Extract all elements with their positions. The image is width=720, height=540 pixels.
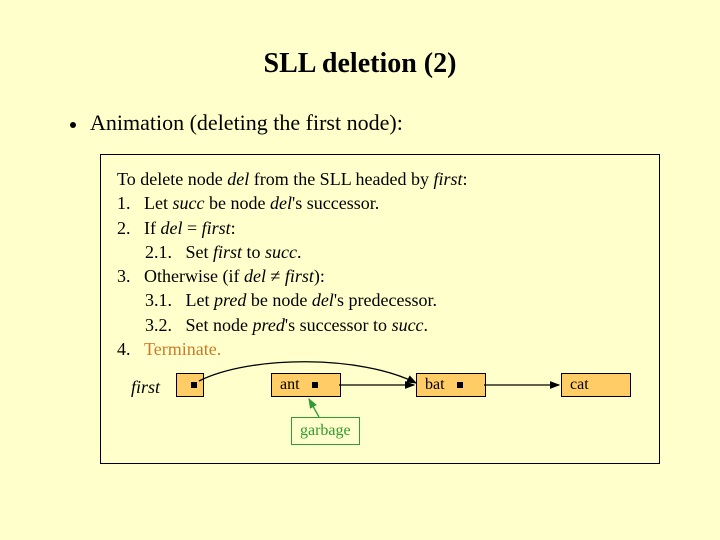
t: ): bbox=[314, 266, 325, 286]
var-del: del bbox=[227, 169, 249, 189]
arrow-first-to-bat bbox=[199, 362, 416, 383]
var-succ: succ bbox=[173, 193, 205, 213]
var-del: del bbox=[270, 193, 292, 213]
t: be node bbox=[204, 193, 269, 213]
t: ≠ bbox=[266, 266, 285, 286]
algo-intro: To delete node del from the SLL headed b… bbox=[117, 167, 643, 191]
t: Set bbox=[186, 242, 214, 262]
t: To delete node bbox=[117, 169, 227, 189]
step-1: 1. Let succ be node del's successor. bbox=[117, 191, 643, 215]
t: = bbox=[183, 218, 202, 238]
t: If bbox=[144, 218, 161, 238]
t: : bbox=[463, 169, 468, 189]
t: . bbox=[297, 242, 302, 262]
t: Let bbox=[144, 193, 173, 213]
var-succ: succ bbox=[265, 242, 297, 262]
var-succ: succ bbox=[392, 315, 424, 335]
terminate-text: Terminate. bbox=[144, 339, 221, 359]
var-del: del bbox=[161, 218, 183, 238]
t: . bbox=[424, 315, 429, 335]
num: 4. bbox=[117, 339, 131, 359]
page-title: SLL deletion (2) bbox=[0, 0, 720, 110]
t: to bbox=[242, 242, 265, 262]
t: Otherwise (if bbox=[144, 266, 244, 286]
step-3-1: 3.1. Let pred be node del's predecessor. bbox=[117, 288, 643, 312]
var-first: first bbox=[213, 242, 242, 262]
arrows-svg bbox=[121, 369, 639, 449]
var-first: first bbox=[285, 266, 314, 286]
bullet-line: Animation (deleting the first node): bbox=[0, 110, 720, 154]
var-first: first bbox=[433, 169, 462, 189]
step-3-2: 3.2. Set node pred's successor to succ. bbox=[117, 313, 643, 337]
var-pred: pred bbox=[214, 290, 246, 310]
var-del: del bbox=[312, 290, 334, 310]
t: Set node bbox=[186, 315, 253, 335]
num: 3. bbox=[117, 266, 131, 286]
sll-diagram: first ant bat cat garbage bbox=[121, 369, 639, 449]
t: : bbox=[231, 218, 236, 238]
var-pred: pred bbox=[253, 315, 285, 335]
step-2: 2. If del = first: bbox=[117, 216, 643, 240]
t: Let bbox=[186, 290, 215, 310]
bullet-dot bbox=[70, 122, 76, 128]
var-del: del bbox=[244, 266, 266, 286]
t: 's successor to bbox=[285, 315, 392, 335]
bullet-text: Animation (deleting the first node): bbox=[90, 110, 403, 135]
t: 's successor. bbox=[292, 193, 379, 213]
algorithm-box: To delete node del from the SLL headed b… bbox=[100, 154, 660, 464]
step-2-1: 2.1. Set first to succ. bbox=[117, 240, 643, 264]
t: be node bbox=[246, 290, 311, 310]
step-4: 4. Terminate. bbox=[117, 337, 643, 361]
num: 3.2. bbox=[145, 315, 172, 335]
num: 3.1. bbox=[145, 290, 172, 310]
num: 1. bbox=[117, 193, 131, 213]
num: 2. bbox=[117, 218, 131, 238]
t: 's predecessor. bbox=[334, 290, 437, 310]
step-3: 3. Otherwise (if del ≠ first): bbox=[117, 264, 643, 288]
num: 2.1. bbox=[145, 242, 172, 262]
arrow-garbage-to-ant bbox=[309, 399, 319, 417]
var-first: first bbox=[202, 218, 231, 238]
t: from the SLL headed by bbox=[249, 169, 433, 189]
